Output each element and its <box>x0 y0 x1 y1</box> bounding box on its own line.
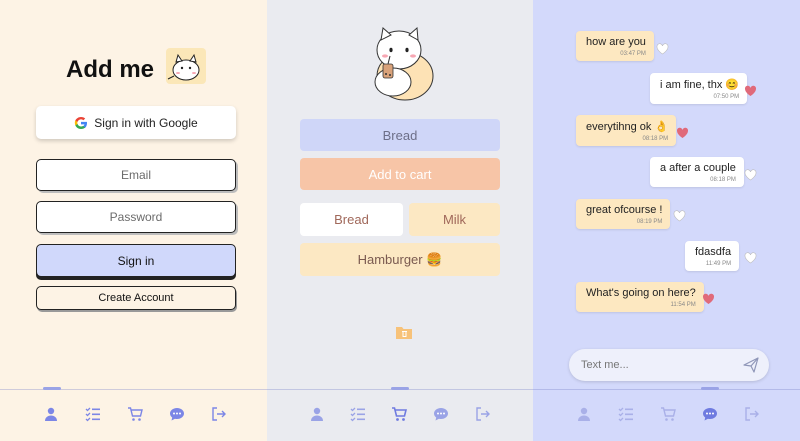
chat-screen: how are you 03:47 PM i am fine, thx 😊 07… <box>533 0 800 441</box>
bottom-nav <box>267 387 533 441</box>
cart-icon[interactable] <box>127 406 143 422</box>
heart-filled-icon[interactable] <box>702 293 715 305</box>
list-icon[interactable] <box>85 406 101 422</box>
chat-message[interactable]: a after a couple 08:18 PM <box>650 157 744 187</box>
send-icon[interactable] <box>743 357 759 373</box>
nav-active-indicator <box>391 387 409 390</box>
trash-folder-icon[interactable] <box>395 324 413 340</box>
message-time: 11:54 PM <box>670 302 696 308</box>
message-time: 07:50 PM <box>713 94 740 100</box>
message-input[interactable] <box>581 356 731 374</box>
chat-message[interactable]: i am fine, thx 😊 07:50 PM <box>650 73 748 104</box>
chat-icon[interactable] <box>702 406 718 422</box>
chat-message[interactable]: how are you 03:47 PM <box>576 31 654 61</box>
chip-milk[interactable]: Milk <box>409 203 500 236</box>
user-icon[interactable] <box>43 406 59 422</box>
chip-hamburger[interactable]: Hamburger 🍔 <box>300 243 500 276</box>
bread-item-button[interactable]: Bread <box>300 119 500 151</box>
heart-outline-icon[interactable] <box>673 210 686 222</box>
cat-bubble-tea-image <box>357 20 443 102</box>
google-icon <box>74 116 88 130</box>
signin-button[interactable]: Sign in <box>36 244 236 277</box>
heart-filled-icon[interactable] <box>744 85 757 97</box>
chat-icon[interactable] <box>433 406 449 422</box>
message-text: everytihng ok 👌 <box>586 121 669 133</box>
message-time: 08:18 PM <box>642 136 669 142</box>
message-text: how are you <box>586 36 646 48</box>
bread-item-label: Bread <box>382 127 418 143</box>
auth-screen: Add me Sign in with Google Sign in <box>0 0 267 441</box>
google-signin-label: Sign in with Google <box>94 115 198 130</box>
chat-icon[interactable] <box>169 406 185 422</box>
message-time: 08:19 PM <box>636 219 663 225</box>
chip-bread[interactable]: Bread <box>300 203 403 236</box>
message-text: great ofcourse ! <box>586 204 663 216</box>
logout-icon[interactable] <box>744 406 760 422</box>
chip-milk-label: Milk <box>442 212 467 227</box>
bottom-nav <box>0 387 267 441</box>
logout-icon[interactable] <box>211 406 227 422</box>
list-icon[interactable] <box>618 406 634 422</box>
create-account-label: Create Account <box>98 292 174 304</box>
signin-label: Sign in <box>117 253 155 268</box>
chip-hamburger-label: Hamburger 🍔 <box>357 251 443 267</box>
bottom-nav <box>533 387 800 441</box>
logout-icon[interactable] <box>475 406 491 422</box>
shop-screen: Bread Add to cart Bread Milk Hamburger 🍔 <box>267 0 533 441</box>
chat-message[interactable]: everytihng ok 👌 08:18 PM <box>576 115 677 146</box>
google-signin-button[interactable]: Sign in with Google <box>36 106 236 139</box>
user-icon[interactable] <box>309 406 325 422</box>
user-icon[interactable] <box>576 406 592 422</box>
message-time: 03:47 PM <box>620 51 646 57</box>
message-text: a after a couple <box>660 162 736 174</box>
chat-message[interactable]: What's going on here? 11:54 PM <box>576 282 704 312</box>
add-to-cart-label: Add to cart <box>368 166 432 182</box>
nav-active-indicator <box>43 387 61 390</box>
cart-icon[interactable] <box>660 406 676 422</box>
page-title: Add me <box>66 56 155 83</box>
heart-outline-icon[interactable] <box>656 43 669 55</box>
cat-mascot-image <box>164 46 208 86</box>
message-text: fdasdfa <box>695 246 732 258</box>
chip-bread-label: Bread <box>334 212 369 227</box>
heart-filled-icon[interactable] <box>676 127 689 139</box>
heart-outline-icon[interactable] <box>744 252 757 264</box>
add-to-cart-button[interactable]: Add to cart <box>300 158 500 190</box>
list-icon[interactable] <box>350 406 366 422</box>
chat-message[interactable]: fdasdfa 11:49 PM <box>685 241 740 271</box>
create-account-button[interactable]: Create Account <box>36 286 236 310</box>
message-text: What's going on here? <box>586 287 696 299</box>
message-input-bar <box>569 349 769 381</box>
message-time: 08:18 PM <box>710 177 736 183</box>
password-field[interactable] <box>36 201 236 233</box>
message-text: i am fine, thx 😊 <box>660 79 740 91</box>
email-field[interactable] <box>36 159 236 191</box>
cart-icon[interactable] <box>391 406 407 422</box>
nav-active-indicator <box>701 387 719 390</box>
heart-outline-icon[interactable] <box>744 169 757 181</box>
chat-message[interactable]: great ofcourse ! 08:19 PM <box>576 199 671 229</box>
message-time: 11:49 PM <box>705 261 732 267</box>
